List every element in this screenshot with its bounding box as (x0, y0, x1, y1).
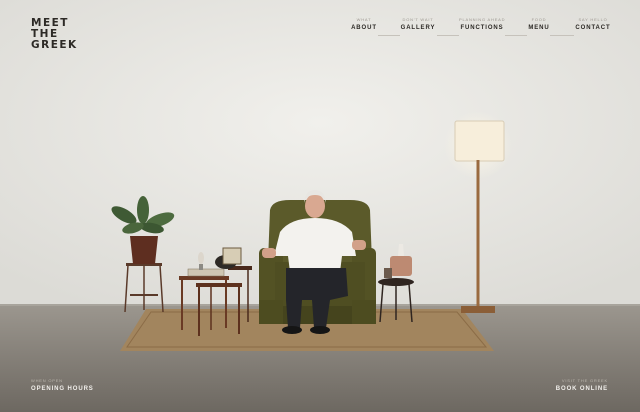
opening-hours-link[interactable]: WHEN OPEN OPENING HOURS (31, 378, 94, 392)
nav-label: GALLERY (400, 25, 436, 31)
book-online-link[interactable]: VISIT THE GREEK BOOK ONLINE (556, 378, 608, 392)
nav-divider (550, 35, 574, 36)
nav-sub-label: FOOD (531, 17, 547, 22)
nav-divider (505, 35, 527, 36)
nav-sub-label: DON'T WAIT (402, 17, 434, 22)
nav-sub-label: PLANNING AHEAD (459, 17, 506, 22)
footer-label: OPENING HOURS (31, 386, 94, 392)
nav-item-functions[interactable]: PLANNING AHEAD FUNCTIONS (459, 17, 505, 31)
footer-sub-label: VISIT THE GREEK (561, 378, 608, 383)
nav-divider (437, 35, 459, 36)
nav-sub-label: WHAT (356, 17, 372, 22)
main-nav: WHAT ABOUT DON'T WAIT GALLERY PLANNING A… (0, 17, 640, 43)
nav-item-contact[interactable]: SAY HELLO CONTACT (574, 17, 612, 31)
nav-label: FUNCTIONS (460, 25, 504, 31)
nav-item-about[interactable]: WHAT ABOUT (349, 17, 379, 31)
hero-photo (0, 0, 640, 412)
nav-item-menu[interactable]: FOOD MENU (527, 17, 551, 31)
nav-label: MENU (528, 25, 550, 31)
nav-sub-label: SAY HELLO (578, 17, 608, 22)
footer-sub-label: WHEN OPEN (31, 378, 63, 383)
footer-label: BOOK ONLINE (555, 386, 608, 392)
nav-item-gallery[interactable]: DON'T WAIT GALLERY (400, 17, 436, 31)
nav-label: ABOUT (351, 25, 377, 31)
nav-label: CONTACT (575, 25, 611, 31)
nav-divider (378, 35, 400, 36)
